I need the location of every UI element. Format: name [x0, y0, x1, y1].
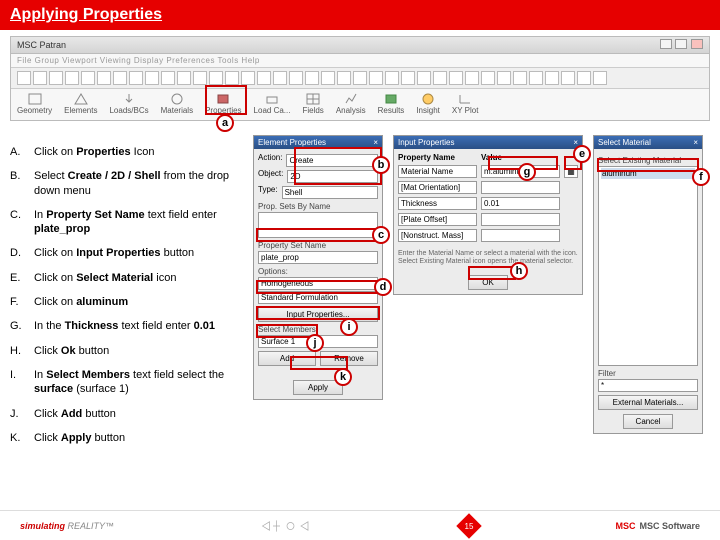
patran-menubar[interactable]: File Group Viewport Viewing Display Pref… — [11, 54, 709, 68]
callout-c: c — [372, 226, 390, 244]
tab-elements[interactable]: Elements — [64, 92, 97, 115]
callout-k: k — [334, 368, 352, 386]
minimize-icon[interactable] — [660, 39, 672, 49]
tab-materials[interactable]: Materials — [161, 92, 193, 115]
highlight-h — [468, 266, 516, 280]
step-e: E.Click on Select Material icon — [10, 271, 245, 285]
instruction-list: A.Click on Properties Icon B.Select Crea… — [10, 145, 245, 455]
tab-geometry[interactable]: Geometry — [17, 92, 52, 115]
tab-fields[interactable]: Fields — [302, 92, 323, 115]
highlight-d — [256, 280, 380, 294]
step-k: K.Click Apply button — [10, 431, 245, 445]
thickness-input[interactable]: 0.01 — [481, 197, 560, 210]
type-dropdown[interactable]: Shell — [282, 186, 378, 199]
dialog-titlebar: Input Properties× — [394, 136, 582, 149]
slide-content: MSC Patran File Group Viewport Viewing D… — [0, 30, 720, 490]
slide-footer: simulating REALITY™ 15 MSCMSC Software — [0, 510, 720, 540]
tab-insight[interactable]: Insight — [416, 92, 440, 115]
callout-d: d — [374, 278, 392, 296]
tab-loads[interactable]: Loads/BCs — [109, 92, 148, 115]
highlight-properties-tab — [205, 85, 247, 115]
cancel-button[interactable]: Cancel — [623, 414, 673, 429]
select-material-dialog: Select Material× Select Existing Materia… — [593, 135, 703, 434]
callout-e: e — [573, 145, 591, 163]
highlight-b — [294, 147, 382, 185]
filter-input[interactable]: * — [598, 379, 698, 392]
step-h: H.Click Ok button — [10, 344, 245, 358]
page-number: 15 — [456, 513, 481, 538]
callout-j: j — [306, 334, 324, 352]
callout-f: f — [692, 168, 710, 186]
patran-toolbar[interactable] — [11, 68, 709, 89]
callout-b: b — [372, 156, 390, 174]
dialog-titlebar: Select Material× — [594, 136, 702, 149]
callout-h: h — [510, 262, 528, 280]
maximize-icon[interactable] — [675, 39, 687, 49]
property-set-name-input[interactable]: plate_prop — [258, 251, 378, 264]
tab-results[interactable]: Results — [378, 92, 405, 115]
close-icon[interactable] — [691, 39, 703, 49]
external-materials-button[interactable]: External Materials... — [598, 395, 698, 410]
patran-window: MSC Patran File Group Viewport Viewing D… — [10, 36, 710, 121]
patran-window-title: MSC Patran — [17, 40, 66, 50]
step-c: C.In Property Set Name text field enter … — [10, 208, 245, 237]
slide-title: Applying Properties — [0, 0, 720, 30]
window-buttons — [659, 39, 703, 51]
step-g: G.In the Thickness text field enter 0.01 — [10, 319, 245, 333]
step-d: D.Click on Input Properties button — [10, 246, 245, 260]
step-f: F.Click on aluminum — [10, 295, 245, 309]
step-a: A.Click on Properties Icon — [10, 145, 245, 159]
patran-module-tabs[interactable]: Geometry Elements Loads/BCs Materials Pr… — [11, 89, 709, 120]
step-j: J.Click Add button — [10, 407, 245, 421]
tab-analysis[interactable]: Analysis — [336, 92, 366, 115]
patran-titlebar: MSC Patran — [11, 37, 709, 54]
footer-logo: MSCMSC Software — [615, 521, 700, 531]
highlight-i — [256, 306, 380, 320]
callout-g: g — [518, 163, 536, 181]
footer-brand: simulating REALITY™ — [20, 521, 114, 531]
tab-xyplot[interactable]: XY Plot — [452, 92, 479, 115]
footer-decoration-icon — [252, 516, 322, 536]
step-b: B.Select Create / 2D / Shell from the dr… — [10, 169, 245, 198]
highlight-c — [256, 228, 380, 242]
callout-i: i — [340, 318, 358, 336]
step-i: I.In Select Members text field select th… — [10, 368, 245, 397]
note-text: Enter the Material Name or select a mate… — [398, 250, 578, 267]
highlight-f — [597, 158, 699, 172]
tab-loadcase[interactable]: Load Ca... — [254, 92, 291, 115]
callout-a: a — [216, 114, 234, 132]
material-list[interactable]: aluminum — [598, 166, 698, 366]
